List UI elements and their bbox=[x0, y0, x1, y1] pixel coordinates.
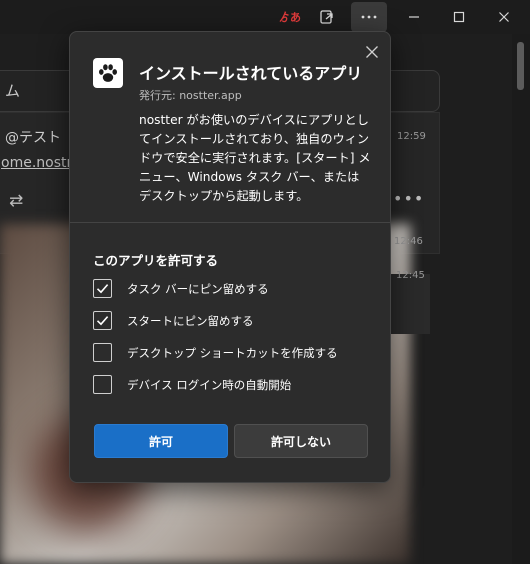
divider bbox=[70, 222, 390, 223]
post-time: 12:45 bbox=[396, 270, 425, 281]
app-install-icon[interactable] bbox=[309, 2, 345, 32]
description-text: nostter がお使いのデバイスにアプリとしてインストールされており、独自のウ… bbox=[139, 113, 371, 203]
app-paw-icon bbox=[93, 58, 123, 88]
scrollbar-track[interactable] bbox=[512, 34, 530, 564]
repost-icon[interactable]: ⇄ bbox=[9, 191, 23, 211]
auto-start-label: デバイス ログイン時の自動開始 bbox=[127, 378, 292, 392]
close-window-icon[interactable] bbox=[486, 2, 522, 32]
installed-app-dialog: インストールされているアプリ 発行元: nostter.app nostter … bbox=[69, 31, 391, 483]
desktop-shortcut-label: デスクトップ ショートカットを作成する bbox=[127, 346, 338, 360]
ime-indicator[interactable]: ゟあ bbox=[279, 9, 301, 25]
deny-button[interactable]: 許可しない bbox=[234, 424, 368, 458]
close-icon[interactable] bbox=[360, 40, 384, 64]
pin-taskbar-label: タスク バーにピン留めする bbox=[127, 282, 269, 296]
search-text: ム bbox=[5, 82, 21, 100]
minimize-icon[interactable] bbox=[396, 2, 432, 32]
pin-taskbar-checkbox[interactable] bbox=[93, 279, 112, 298]
permission-desktop-shortcut[interactable]: デスクトップ ショートカットを作成する bbox=[93, 343, 373, 365]
post-handle: @テスト bbox=[5, 130, 61, 146]
dialog-title: インストールされているアプリ bbox=[139, 64, 363, 83]
post-more-icon[interactable]: ••• bbox=[393, 189, 424, 208]
pin-start-checkbox[interactable] bbox=[93, 311, 112, 330]
post-time: 12:59 bbox=[397, 131, 426, 142]
pin-start-label: スタートにピン留めする bbox=[127, 314, 254, 328]
permission-pin-taskbar[interactable]: タスク バーにピン留めする bbox=[93, 279, 373, 301]
more-icon[interactable] bbox=[351, 2, 387, 32]
permission-auto-start[interactable]: デバイス ログイン時の自動開始 bbox=[93, 375, 373, 397]
permissions-title: このアプリを許可する bbox=[93, 253, 219, 268]
permission-pin-start[interactable]: スタートにピン留めする bbox=[93, 311, 373, 333]
post-link[interactable]: ome.nostr- bbox=[1, 155, 76, 171]
allow-button[interactable]: 許可 bbox=[94, 424, 228, 458]
title-bar: ゟあ bbox=[0, 0, 530, 34]
maximize-icon[interactable] bbox=[441, 2, 477, 32]
scrollbar-thumb[interactable] bbox=[517, 42, 524, 90]
post-time: 12:46 bbox=[394, 236, 423, 247]
publisher-text: 発行元: nostter.app bbox=[139, 89, 242, 102]
desktop-shortcut-checkbox[interactable] bbox=[93, 343, 112, 362]
auto-start-checkbox[interactable] bbox=[93, 375, 112, 394]
